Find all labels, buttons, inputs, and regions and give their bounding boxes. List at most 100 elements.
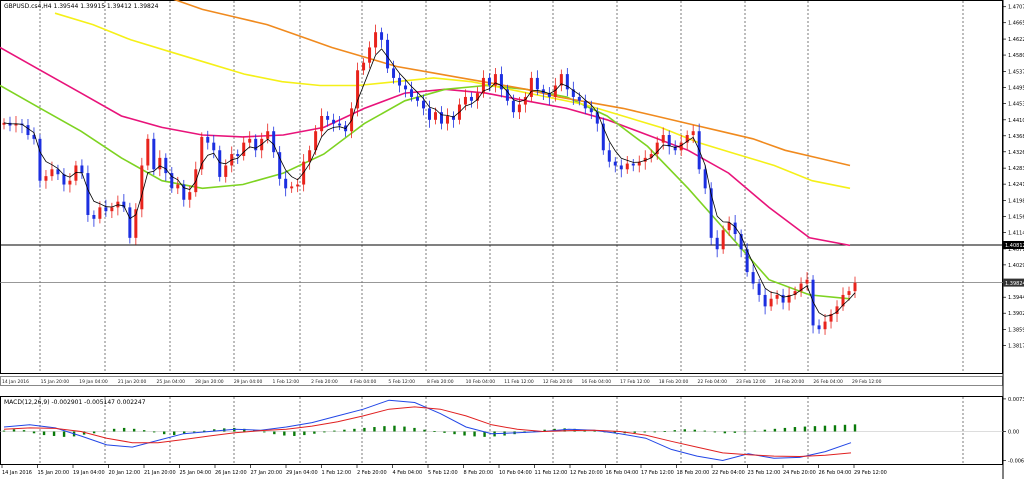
mini-axis-label: 25 Jan 04:00 — [157, 379, 186, 385]
candle-body — [272, 131, 276, 153]
macd-histogram-bar — [62, 431, 66, 437]
mini-axis-label: 5 Feb 12:00 — [388, 379, 415, 385]
candle-body — [661, 135, 665, 143]
candle-body — [332, 119, 336, 124]
candle-body — [176, 184, 180, 189]
candle-body — [428, 108, 431, 120]
candle-body — [110, 207, 114, 212]
candle-body — [368, 47, 372, 63]
macd-histogram-bar — [102, 430, 106, 432]
candle-body — [146, 138, 150, 166]
macd-histogram-bar — [703, 430, 707, 432]
macd-histogram-bar — [303, 431, 306, 436]
candle-body — [68, 180, 72, 185]
macd-histogram-bar — [132, 428, 136, 432]
candle-body — [517, 104, 521, 113]
price-tick-label: 1.45370 — [1008, 69, 1024, 75]
mini-axis-label: 29 Jan 04:00 — [234, 379, 263, 385]
candle-body — [691, 131, 695, 136]
macd-histogram-bar — [343, 429, 346, 432]
candle-body — [158, 157, 162, 170]
macd-histogram-bar — [433, 431, 436, 432]
candle-body — [679, 142, 683, 151]
macd-histogram-bar — [383, 426, 386, 432]
candle-body — [242, 142, 246, 156]
chart-canvas[interactable]: 1.408121.398241.470701.466501.462201.458… — [0, 0, 1024, 479]
price-tick-label: 1.44100 — [1008, 118, 1024, 124]
mini-axis-label: 12 Feb 20:00 — [543, 379, 573, 385]
macd-histogram-bar — [803, 426, 807, 432]
candle-body — [817, 325, 821, 330]
price-tick-label: 1.39020 — [1008, 311, 1024, 317]
macd-histogram-bar — [2, 430, 6, 432]
candle-body — [583, 100, 587, 109]
candle-body — [374, 32, 378, 48]
time-tick-label: 1 Feb 12:00 — [322, 470, 352, 476]
mini-axis-label: 22 Feb 04:00 — [697, 379, 727, 385]
candle-body — [721, 230, 725, 250]
price-tick-label: 1.45800 — [1008, 53, 1024, 59]
macd-histogram-bar — [173, 431, 176, 436]
macd-histogram-bar — [793, 427, 797, 432]
macd-histogram-bar — [353, 428, 356, 432]
candle-body — [469, 96, 473, 101]
macd-histogram-bar — [813, 426, 817, 432]
candle-body — [853, 282, 857, 292]
time-tick-label: 23 Feb 12:00 — [748, 470, 781, 476]
candle-body — [362, 62, 366, 71]
time-tick-label: 24 Feb 20:00 — [783, 470, 816, 476]
candle-body — [104, 207, 108, 212]
macd-histogram-bar — [713, 431, 717, 433]
macd-histogram-bar — [413, 427, 416, 432]
mini-axis-label: 17 Feb 12:00 — [620, 379, 650, 385]
macd-histogram-bar — [823, 425, 827, 432]
macd-histogram-bar — [313, 431, 316, 434]
macd-histogram-bar — [633, 431, 636, 433]
candle-body — [529, 77, 533, 97]
candle-body — [284, 178, 288, 189]
macd-histogram-bar — [373, 427, 376, 432]
candle-body — [416, 96, 420, 101]
candle-body — [763, 294, 767, 307]
candle-body — [308, 150, 312, 162]
candle-body — [266, 131, 270, 139]
macd-histogram-bar — [52, 431, 56, 436]
candle-body — [296, 184, 300, 187]
candle-body — [212, 142, 216, 151]
macd-tick-label: -0.00647 — [1008, 458, 1024, 464]
time-tick-label: 21 Jan 20:00 — [144, 470, 176, 476]
candle-body — [404, 85, 408, 90]
time-tick-label: 4 Feb 04:00 — [393, 470, 423, 476]
macd-histogram-bar — [122, 427, 126, 432]
candle-body — [98, 207, 102, 219]
candle-body — [236, 154, 240, 156]
candle-body — [757, 283, 761, 295]
candle-body — [128, 207, 132, 238]
candle-body — [805, 279, 809, 284]
time-tick-label: 19 Jan 04:00 — [73, 470, 105, 476]
macd-histogram-bar — [773, 428, 777, 432]
candle-body — [589, 108, 593, 113]
price-tick-label: 1.41560 — [1008, 215, 1024, 221]
candle-body — [386, 39, 390, 69]
macd-histogram-bar — [453, 431, 456, 435]
candle-body — [290, 186, 294, 189]
macd-histogram-bar — [32, 431, 36, 434]
candle-body — [422, 100, 426, 109]
candle-body — [631, 163, 635, 166]
mini-axis-label: 19 Jan 04:00 — [79, 379, 108, 385]
mini-axis-label: 1 Feb 12:00 — [272, 379, 299, 385]
candle-body — [62, 174, 66, 185]
time-tick-label: 5 Feb 12:00 — [428, 470, 458, 476]
price-tick-label: 1.40290 — [1008, 263, 1024, 269]
candle-body — [775, 294, 779, 299]
time-tick-label: 26 Feb 04:00 — [819, 470, 852, 476]
macd-histogram-bar — [753, 430, 757, 432]
macd-histogram-bar — [463, 431, 466, 436]
candle-body — [619, 165, 623, 170]
time-tick-label: 17 Feb 12:00 — [641, 470, 674, 476]
candle-body — [715, 237, 719, 250]
symbol-header: GBPUSD.cs4,H4 1.39544 1.39915 1.39412 1.… — [4, 3, 159, 10]
mini-axis-label: 11 Feb 12:00 — [504, 379, 534, 385]
macd-histogram-bar — [843, 424, 847, 432]
